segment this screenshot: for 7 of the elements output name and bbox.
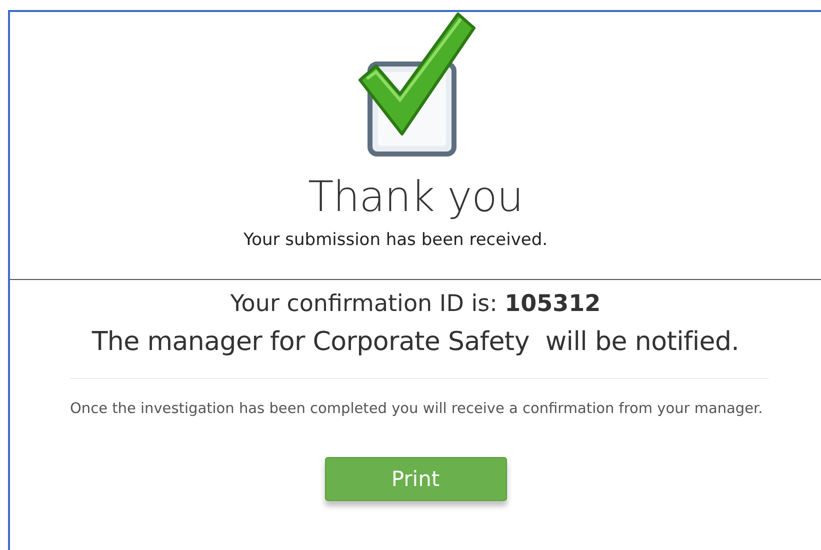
notice-text: The manager for Corporate Safety will be notified. xyxy=(92,326,740,359)
confirmation-text: Your confirmation ID is: 105312 xyxy=(230,290,601,319)
checkbox-check-icon xyxy=(356,12,476,158)
heading: Thank you xyxy=(307,172,524,222)
subtitle: Your submission has been received. xyxy=(243,230,548,251)
print-button[interactable]: Print xyxy=(324,457,506,502)
message-text: Once the investigation has been completed you will receive a confirmation from your manager. xyxy=(70,400,764,419)
